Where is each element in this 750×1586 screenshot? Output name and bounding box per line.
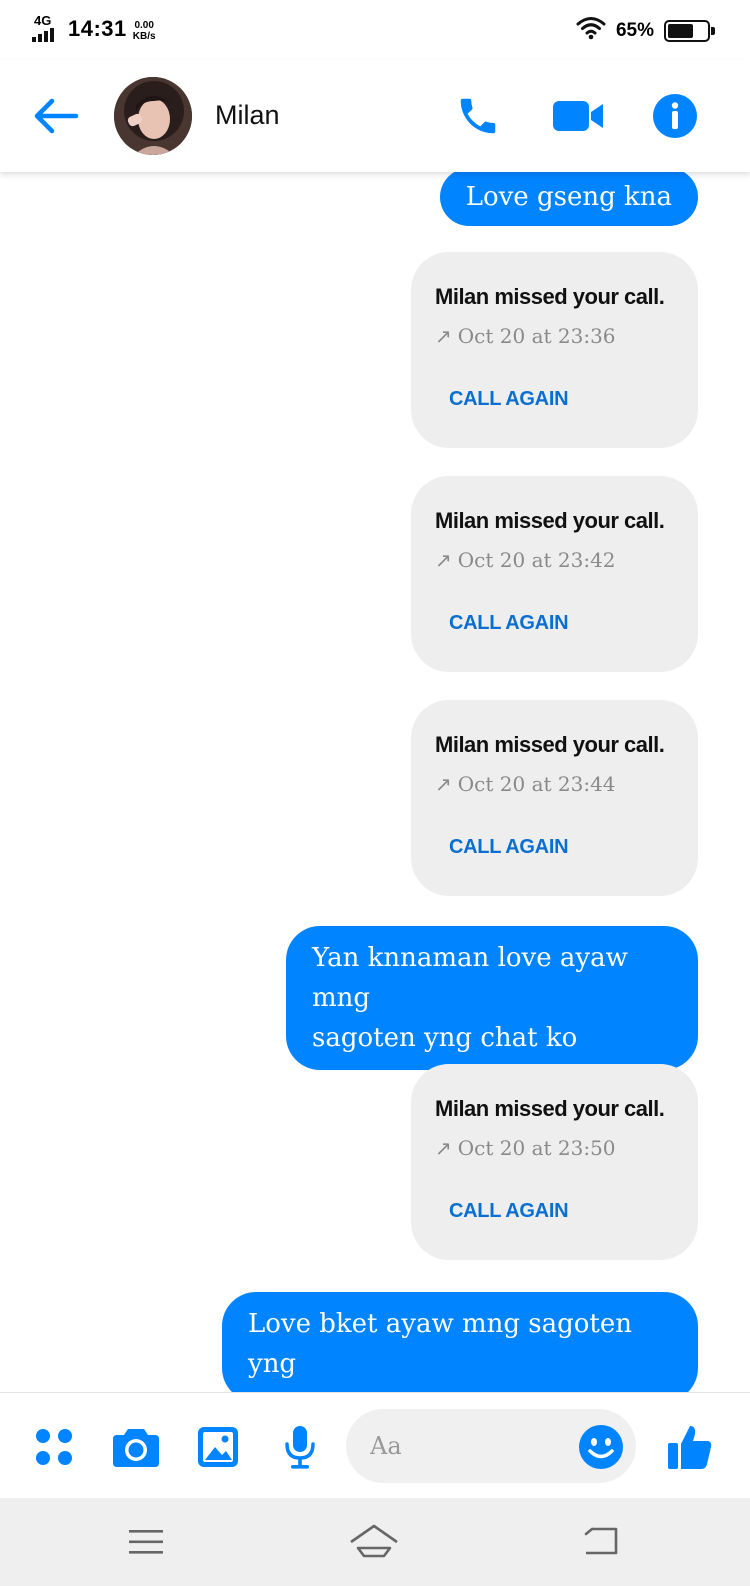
sent-message[interactable]: Love gseng kna <box>439 172 698 226</box>
audio-call-button[interactable] <box>450 88 506 144</box>
menu-button[interactable] <box>120 1516 172 1568</box>
outgoing-arrow-icon: ↗ <box>435 324 452 348</box>
info-icon <box>653 94 697 138</box>
hamburger-icon <box>129 1530 163 1554</box>
missed-call-title: Milan missed your call. <box>435 508 665 533</box>
message-composer <box>0 1392 750 1498</box>
outgoing-arrow-icon: ↗ <box>435 772 452 796</box>
conversation-info-button[interactable] <box>647 88 703 144</box>
call-time-text: Oct 20 at 23:42 <box>457 548 616 572</box>
home-button[interactable] <box>348 1516 400 1568</box>
network-speed-unit: KB/s <box>132 31 156 42</box>
message-input-field[interactable] <box>346 1409 636 1483</box>
return-icon <box>584 1527 618 1555</box>
battery-percent: 65% <box>615 19 654 41</box>
status-bar: 4G 14:31 0.00 KB/s 65% <box>0 0 750 60</box>
call-again-button[interactable]: CALL AGAIN <box>449 388 569 411</box>
missed-call-title: Milan missed your call. <box>435 732 665 757</box>
voice-message-button[interactable] <box>272 1419 328 1475</box>
missed-call-title: Milan missed your call. <box>435 284 665 309</box>
call-again-button[interactable]: CALL AGAIN <box>449 836 569 859</box>
wifi-icon <box>576 16 606 45</box>
call-time: ↗ Oct 20 at 23:36 <box>435 324 616 348</box>
signal-icon: 4G <box>32 14 62 42</box>
message-thread[interactable]: Love gseng kna Milan missed your call. ↗… <box>0 172 750 1392</box>
battery-fill <box>668 23 693 38</box>
conversation-header: Milan <box>0 60 750 172</box>
network-speed-value: 0.00 <box>134 20 154 31</box>
back-button[interactable] <box>30 90 82 142</box>
missed-call-card: Milan missed your call. ↗ Oct 20 at 23:4… <box>411 476 698 672</box>
camera-icon <box>113 1429 159 1467</box>
video-call-button[interactable] <box>550 88 606 144</box>
message-text-line: Yan knnaman love ayaw mng <box>312 943 628 1013</box>
microphone-icon <box>285 1426 315 1469</box>
missed-call-title: Milan missed your call. <box>435 1096 665 1121</box>
missed-call-card: Milan missed your call. ↗ Oct 20 at 23:3… <box>411 252 698 448</box>
thumbs-up-icon <box>668 1426 712 1469</box>
video-camera-icon <box>553 101 603 131</box>
phone-icon <box>460 98 496 134</box>
image-icon <box>198 1427 238 1467</box>
emoji-button[interactable] <box>578 1424 624 1470</box>
network-type: 4G <box>34 13 52 28</box>
back-arrow-icon <box>34 98 79 134</box>
home-icon <box>350 1524 398 1558</box>
network-speed: 0.00 KB/s <box>133 20 156 42</box>
call-time: ↗ Oct 20 at 23:50 <box>435 1136 616 1160</box>
call-again-button[interactable]: CALL AGAIN <box>449 612 569 635</box>
message-text-line: chat ko nka open knman <box>248 1384 672 1392</box>
clock: 14:31 <box>68 16 127 41</box>
missed-call-card: Milan missed your call. ↗ Oct 20 at 23:4… <box>411 700 698 896</box>
call-time-text: Oct 20 at 23:44 <box>457 772 616 796</box>
back-nav-button[interactable] <box>574 1516 626 1568</box>
more-actions-button[interactable] <box>26 1419 82 1475</box>
sent-message[interactable]: Yan knnaman love ayaw mng sagoten yng ch… <box>286 926 698 1070</box>
message-input[interactable] <box>370 1427 560 1465</box>
outgoing-arrow-icon: ↗ <box>435 548 452 572</box>
like-button[interactable] <box>662 1419 718 1475</box>
battery-icon <box>664 19 715 42</box>
four-dots-icon <box>36 1429 72 1465</box>
camera-button[interactable] <box>108 1419 164 1475</box>
call-time-text: Oct 20 at 23:36 <box>457 324 616 348</box>
call-again-button[interactable]: CALL AGAIN <box>449 1200 569 1223</box>
avatar[interactable] <box>114 77 192 155</box>
smiley-icon <box>579 1425 623 1469</box>
call-time: ↗ Oct 20 at 23:42 <box>435 548 616 572</box>
system-navigation-bar <box>0 1498 750 1586</box>
sent-message[interactable]: Love bket ayaw mng sagoten yng chat ko n… <box>222 1292 698 1392</box>
missed-call-card: Milan missed your call. ↗ Oct 20 at 23:5… <box>411 1064 698 1260</box>
message-text: Love gseng kna <box>465 182 672 212</box>
call-time-text: Oct 20 at 23:50 <box>457 1136 616 1160</box>
message-text-line: sagoten yng chat ko <box>312 1023 578 1053</box>
contact-name[interactable]: Milan <box>215 100 280 131</box>
outgoing-arrow-icon: ↗ <box>435 1136 452 1160</box>
message-text-line: Love bket ayaw mng sagoten yng <box>248 1309 632 1379</box>
gallery-button[interactable] <box>190 1419 246 1475</box>
call-time: ↗ Oct 20 at 23:44 <box>435 772 616 796</box>
